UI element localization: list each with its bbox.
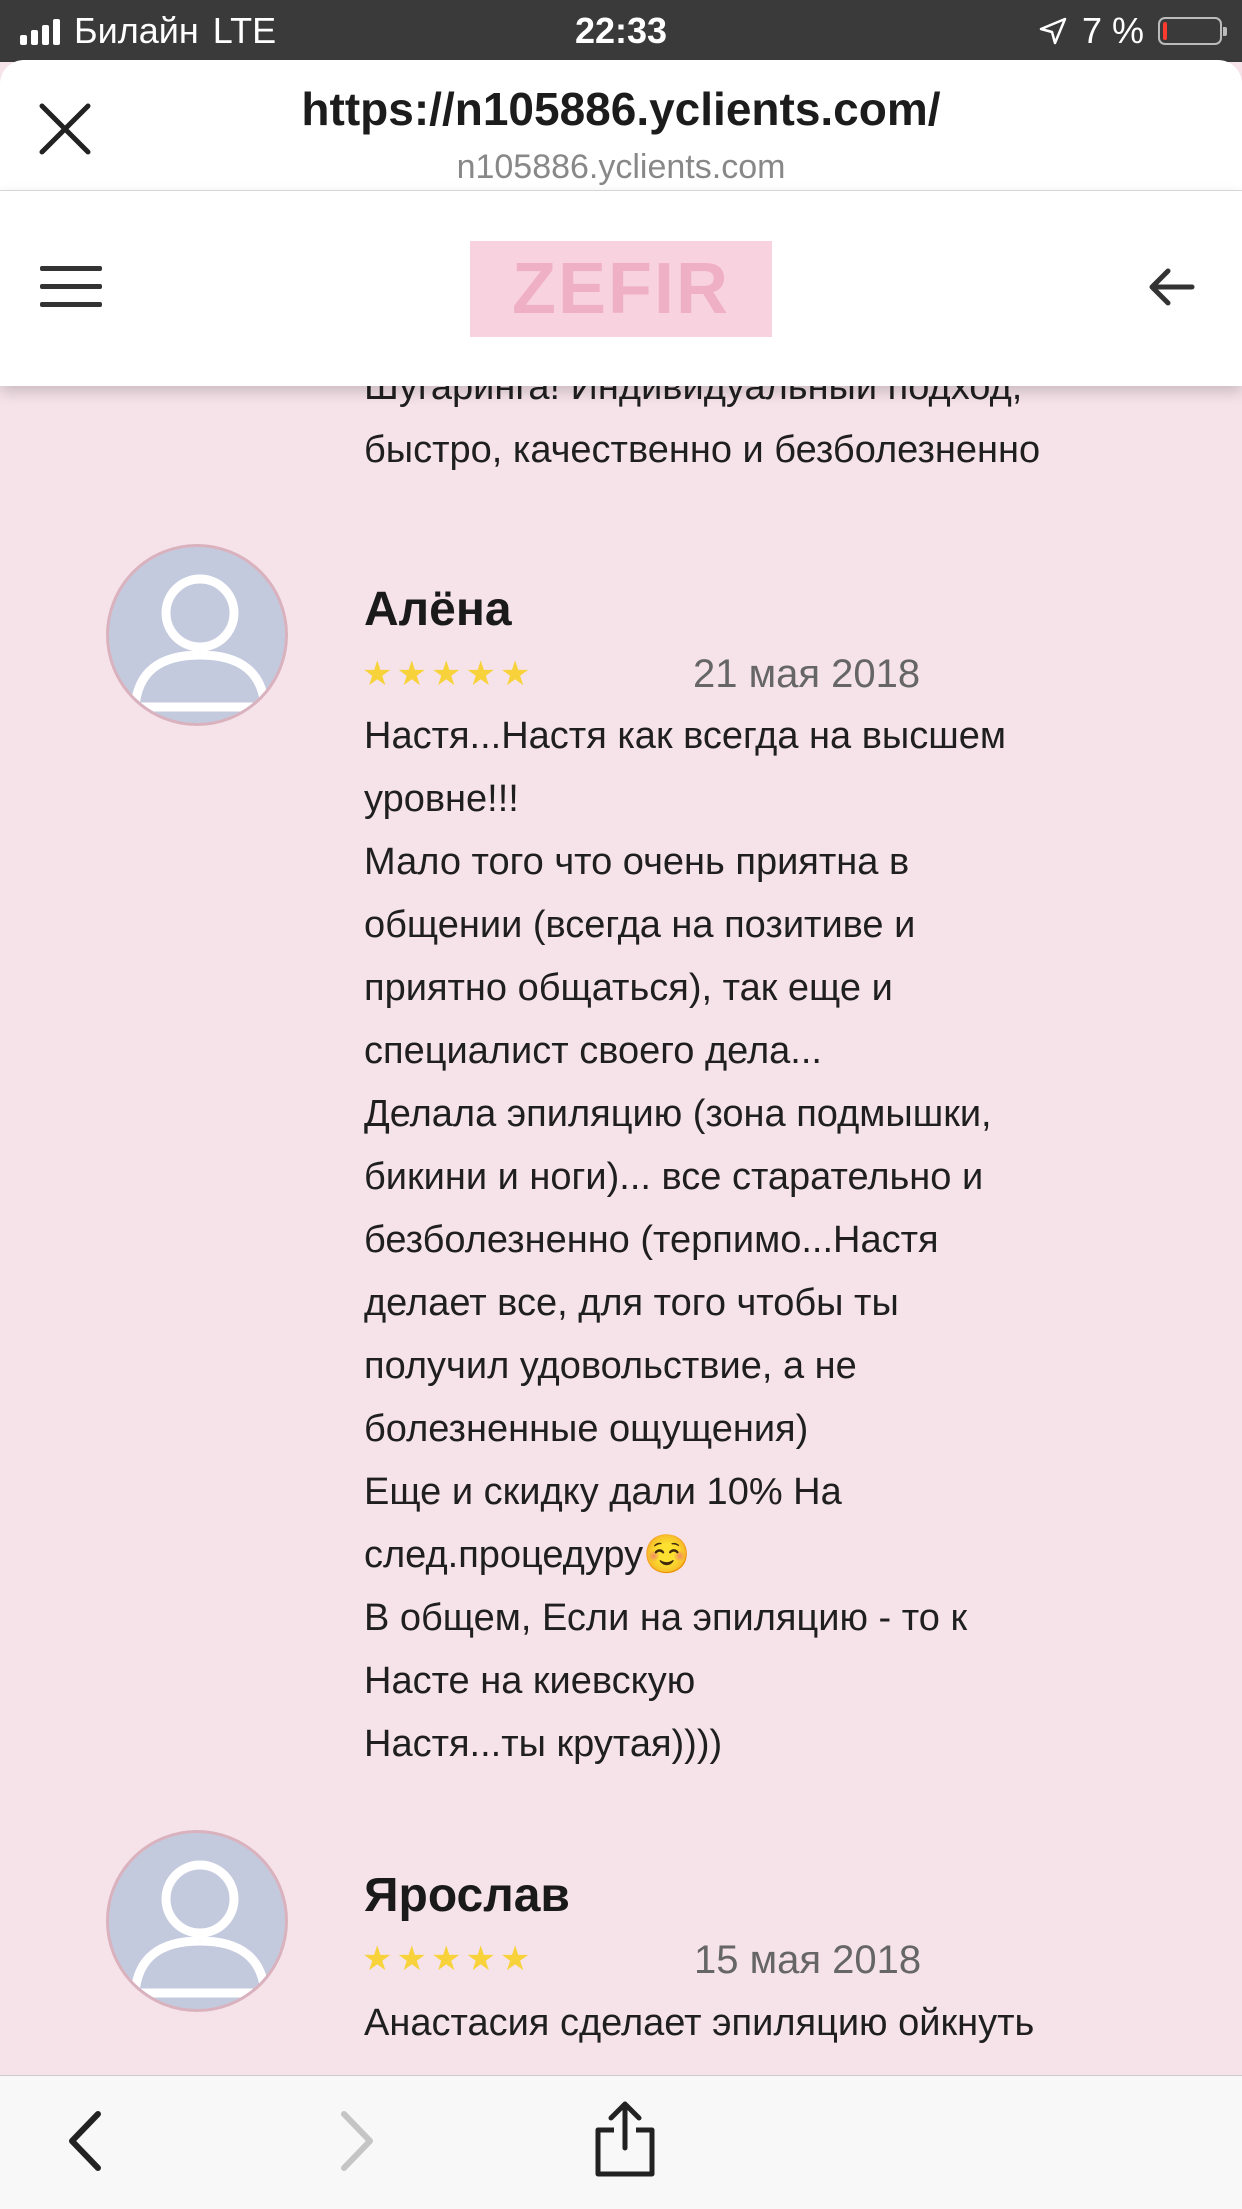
avatar: [106, 544, 288, 726]
share-icon: [595, 2101, 655, 2177]
user-icon: [130, 1860, 270, 1998]
user-icon: [130, 574, 270, 712]
status-bar: Билайн LTE 22:33 7 %: [0, 0, 1242, 62]
review-author: Алёна: [364, 583, 512, 636]
logo[interactable]: ZEFIR: [470, 241, 772, 337]
url-bar: https://n105886.yclients.com/ n105886.yc…: [0, 60, 1242, 191]
battery-percent: 7 %: [1081, 10, 1144, 51]
review-date: 21 мая 2018: [693, 652, 921, 696]
location-arrow-icon: [1039, 17, 1067, 45]
page-url[interactable]: https://n105886.yclients.com/: [0, 82, 1242, 136]
back-chevron-icon: [69, 2111, 101, 2171]
site-header: ZEFIR: [0, 191, 1242, 386]
star-rating: ★★★★★: [362, 655, 535, 693]
avatar: [106, 1830, 288, 2012]
review-text: Анастасия сделает эпиляцию ойкнуть: [364, 2002, 1035, 2044]
browser-back-button[interactable]: [52, 2106, 122, 2176]
share-button[interactable]: [590, 2098, 660, 2177]
arrow-left-icon: [1149, 268, 1195, 306]
status-right: 7 %: [1038, 10, 1227, 52]
battery-fill: [1163, 22, 1167, 40]
review-text: Настя...Настя как всегда на высшем уровн…: [364, 715, 1006, 1765]
page-domain: n105886.yclients.com: [456, 148, 786, 186]
review-date: 15 мая 2018: [694, 1938, 922, 1982]
browser-forward-button[interactable]: [320, 2106, 390, 2176]
browser-toolbar: [0, 2075, 1242, 2209]
hamburger-menu-button[interactable]: [40, 266, 102, 310]
forward-chevron-icon: [341, 2111, 373, 2171]
hamburger-icon: [40, 266, 102, 271]
star-rating: ★★★★★: [362, 1940, 535, 1978]
battery-icon: [1158, 17, 1227, 45]
header-back-button[interactable]: [1142, 257, 1202, 317]
review-author: Ярослав: [364, 1869, 570, 1922]
